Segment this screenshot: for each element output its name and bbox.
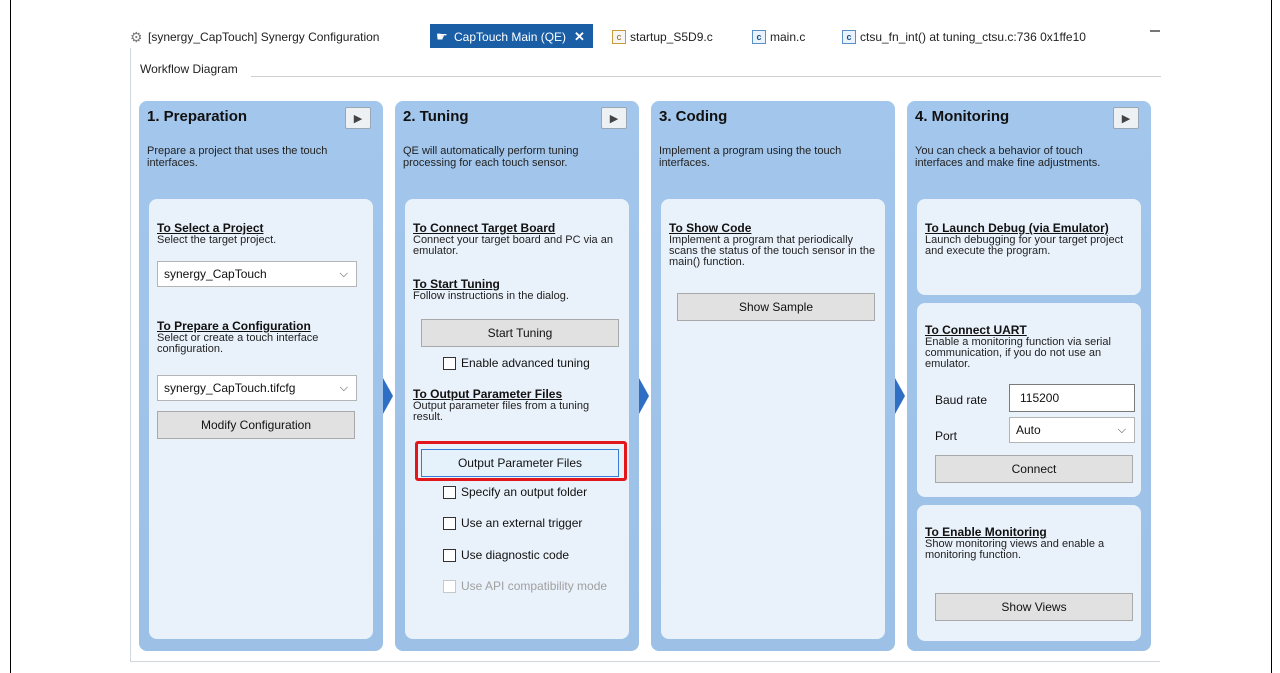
- play-video-icon[interactable]: ▶: [345, 107, 371, 129]
- launch-debug-desc: Launch debugging for your target project…: [925, 234, 1124, 257]
- connect-uart-desc: Enable a monitoring function via serial …: [925, 336, 1111, 370]
- start-tuning-desc: Follow instructions in the dialog.: [413, 290, 569, 302]
- start-tuning-title: To Start Tuning: [413, 277, 500, 291]
- output-params-title: To Output Parameter Files: [413, 387, 563, 401]
- checkbox-label: Use an external trigger: [461, 516, 583, 530]
- column-preparation: 1. Preparation ▶ Prepare a project that …: [139, 101, 383, 651]
- checkbox-box: [443, 485, 456, 499]
- port-label: Port: [935, 429, 958, 443]
- baud-rate-input[interactable]: 115200: [1009, 384, 1135, 412]
- modify-configuration-button[interactable]: Modify Configuration: [157, 411, 355, 439]
- column-title: 1. Preparation: [147, 108, 248, 125]
- close-icon[interactable]: ✕: [574, 29, 585, 45]
- tab-main-c[interactable]: c main.c: [752, 26, 805, 48]
- port-select[interactable]: Auto ⌵: [1009, 417, 1135, 443]
- external-trigger-checkbox[interactable]: Use an external trigger: [443, 516, 582, 530]
- connect-uart-panel: To Connect UART Enable a monitoring func…: [917, 303, 1141, 497]
- view-menu-icon[interactable]: ⧉: [1150, 52, 1276, 67]
- checkbox-box: [443, 579, 456, 593]
- column-coding: 3. Coding Implement a program using the …: [651, 101, 895, 651]
- show-sample-button[interactable]: Show Sample: [677, 293, 875, 321]
- coding-panel: To Show Code Implement a program that pe…: [661, 199, 885, 639]
- column-description: You can check a behavior of touch interf…: [915, 145, 1101, 169]
- config-select-value: synergy_CapTouch.tifcfg: [164, 381, 296, 395]
- tab-captouch-main[interactable]: ☛ CapTouch Main (QE) ✕: [430, 24, 593, 50]
- tab-label: CapTouch Main (QE): [454, 30, 567, 44]
- prepare-config-desc: Select or create a touch interface confi…: [157, 332, 319, 355]
- checkbox-label: Use diagnostic code: [461, 548, 570, 562]
- port-select-value: Auto: [1016, 423, 1041, 437]
- flow-arrow: [639, 378, 649, 414]
- chevron-down-icon: ⌵: [339, 268, 348, 280]
- diagnostic-code-checkbox[interactable]: Use diagnostic code: [443, 548, 569, 562]
- column-title: 4. Monitoring: [915, 108, 1010, 125]
- column-tuning: 2. Tuning ▶ QE will automatically perfor…: [395, 101, 639, 651]
- column-title: 2. Tuning: [403, 108, 469, 125]
- project-select-value: synergy_CapTouch: [164, 267, 267, 281]
- enable-advanced-tuning-checkbox[interactable]: Enable advanced tuning: [443, 356, 590, 370]
- api-compatibility-checkbox: Use API compatibility mode: [443, 579, 607, 593]
- tab-label: ctsu_fn_int() at tuning_ctsu.c:736 0x1ff…: [860, 30, 1086, 44]
- c-file-icon: c: [612, 30, 626, 44]
- enable-monitoring-title: To Enable Monitoring: [925, 525, 1047, 539]
- launch-debug-panel: To Launch Debug (via Emulator) Launch de…: [917, 199, 1141, 295]
- tab-label: startup_S5D9.c: [630, 30, 713, 44]
- checkbox-label: Specify an output folder: [461, 485, 588, 499]
- tab-startup-s5d9[interactable]: c startup_S5D9.c: [612, 26, 713, 48]
- play-video-icon[interactable]: ▶: [601, 107, 627, 129]
- connect-uart-title: To Connect UART: [925, 323, 1027, 337]
- enable-monitoring-panel: To Enable Monitoring Show monitoring vie…: [917, 505, 1141, 641]
- show-code-title: To Show Code: [669, 221, 752, 235]
- column-description: Implement a program using the touch inte…: [659, 145, 842, 169]
- checkbox-box: [443, 516, 456, 530]
- config-select[interactable]: synergy_CapTouch.tifcfg ⌵: [157, 375, 357, 401]
- chevron-down-icon: ⌵: [339, 382, 348, 394]
- touch-hand-icon: ☛: [436, 29, 448, 44]
- tuning-panel: To Connect Target Board Connect your tar…: [405, 199, 629, 639]
- show-code-desc: Implement a program that periodically sc…: [669, 234, 876, 268]
- tab-synergy-configuration[interactable]: ⚙ [synergy_CapTouch] Synergy Configurati…: [130, 26, 379, 48]
- launch-debug-title: To Launch Debug (via Emulator): [925, 221, 1109, 235]
- prepare-config-title: To Prepare a Configuration: [157, 319, 311, 333]
- c-file-icon: c: [752, 30, 766, 44]
- gear-icon: ⚙: [130, 29, 143, 45]
- start-tuning-button[interactable]: Start Tuning: [421, 319, 619, 347]
- workflow-area: Workflow Diagram 1. Preparation ▶ Prepar…: [130, 48, 1161, 662]
- play-video-icon[interactable]: ▶: [1113, 107, 1139, 129]
- project-select[interactable]: synergy_CapTouch ⌵: [157, 261, 357, 287]
- highlight-box: [415, 441, 627, 481]
- enable-monitoring-desc: Show monitoring views and enable a monit…: [925, 538, 1105, 561]
- column-title: 3. Coding: [659, 108, 728, 125]
- column-monitoring: 4. Monitoring ▶ You can check a behavior…: [907, 101, 1151, 651]
- select-project-desc: Select the target project.: [157, 234, 277, 246]
- checkbox-box: [443, 548, 456, 562]
- tab-label: main.c: [770, 30, 806, 44]
- flow-arrow: [895, 378, 905, 414]
- minimize-icon[interactable]: [1150, 30, 1160, 32]
- connect-button[interactable]: Connect: [935, 455, 1133, 483]
- select-project-title: To Select a Project: [157, 221, 264, 235]
- tab-label: [synergy_CapTouch] Synergy Configuration: [148, 30, 380, 44]
- preparation-panel: To Select a Project Select the target pr…: [149, 199, 373, 639]
- checkbox-label: Use API compatibility mode: [461, 579, 608, 593]
- flow-arrow: [383, 378, 393, 414]
- connect-board-desc: Connect your target board and PC via an …: [413, 234, 613, 257]
- tab-ctsu-fn-int[interactable]: c ctsu_fn_int() at tuning_ctsu.c:736 0x1…: [842, 26, 1086, 48]
- connect-board-title: To Connect Target Board: [413, 221, 556, 235]
- checkbox-label: Enable advanced tuning: [461, 356, 590, 370]
- editor-tab-bar: ⚙ [synergy_CapTouch] Synergy Configurati…: [130, 18, 1160, 50]
- output-params-desc: Output parameter files from a tuning res…: [413, 400, 590, 423]
- column-description: Prepare a project that uses the touch in…: [147, 145, 328, 169]
- column-description: QE will automatically perform tuning pro…: [403, 145, 579, 169]
- chevron-down-icon: ⌵: [1117, 424, 1126, 436]
- specify-output-folder-checkbox[interactable]: Specify an output folder: [443, 485, 587, 499]
- show-views-button[interactable]: Show Views: [935, 593, 1133, 621]
- checkbox-box: [443, 356, 456, 370]
- workflow-diagram-label: Workflow Diagram: [131, 62, 1161, 82]
- baud-rate-label: Baud rate: [935, 393, 988, 407]
- c-file-icon: c: [842, 30, 856, 44]
